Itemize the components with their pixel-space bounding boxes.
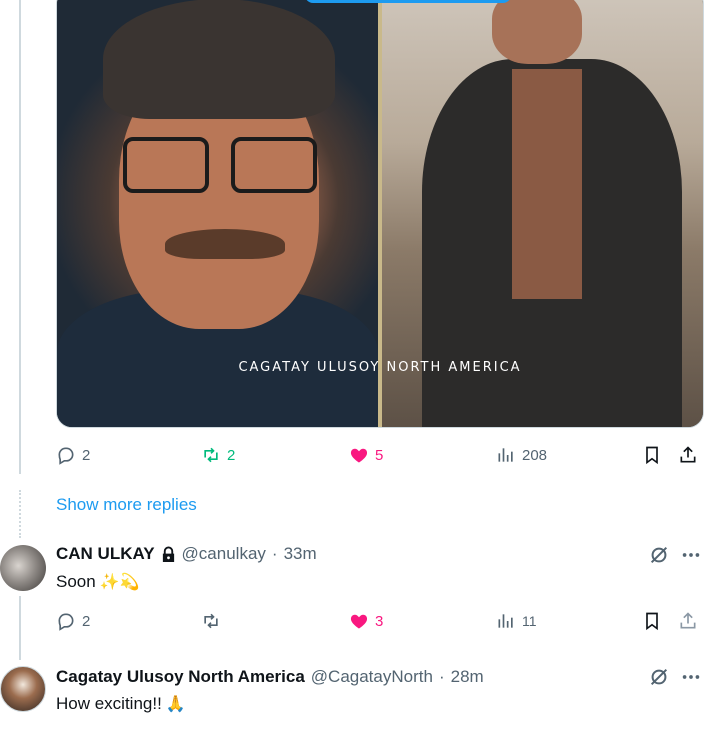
heart-icon <box>350 614 368 629</box>
photo-right-shirt <box>512 69 582 299</box>
reply2-header: Cagatay Ulusoy North America @CagatayNor… <box>56 667 484 687</box>
reply1-text: Soon ✨💫 <box>56 572 140 592</box>
like-count: 3 <box>375 612 384 630</box>
thread-line-dotted <box>19 490 21 538</box>
heart-icon <box>350 448 368 463</box>
thread-line-top <box>19 0 21 474</box>
show-more-replies-link[interactable]: Show more replies <box>56 495 197 515</box>
views-icon <box>498 448 513 462</box>
retweet-icon <box>204 613 218 629</box>
views-count: 11 <box>522 613 537 629</box>
timestamp[interactable]: 33m <box>284 544 317 564</box>
retweet-icon <box>204 447 218 463</box>
photo-left-hair <box>103 0 335 119</box>
bookmark-icon <box>646 612 658 631</box>
more-icon[interactable] <box>680 666 702 688</box>
user-handle[interactable]: @canulkay <box>182 544 266 564</box>
like-button[interactable]: 3 <box>349 611 383 631</box>
bookmark-button[interactable] <box>642 445 662 465</box>
reply-button[interactable]: 2 <box>56 445 90 465</box>
reply-icon <box>58 613 74 631</box>
like-button[interactable]: 5 <box>349 445 383 465</box>
media-top-indicator <box>305 0 511 3</box>
timestamp[interactable]: 28m <box>451 667 484 687</box>
lock-icon <box>162 546 174 562</box>
more-icon[interactable] <box>680 544 702 566</box>
share-button[interactable] <box>678 611 698 631</box>
reply-icon <box>58 447 74 465</box>
views-button[interactable]: 11 <box>496 611 537 631</box>
like-count: 5 <box>375 446 384 464</box>
separator-dot: · <box>438 667 445 686</box>
reply-count: 2 <box>82 446 91 464</box>
tweet-text: Soon <box>56 572 96 591</box>
separator-dot: · <box>271 544 278 563</box>
retweet-button[interactable]: 2 <box>201 445 235 465</box>
display-name[interactable]: Cagatay Ulusoy North America <box>56 667 305 687</box>
share-button[interactable] <box>678 445 698 465</box>
photo-left-glasses-right <box>231 137 317 193</box>
retweet-count: 2 <box>227 446 236 464</box>
reply2-text: How exciting!! 🙏 <box>56 694 186 714</box>
views-button[interactable]: 208 <box>496 445 547 465</box>
bookmark-icon <box>646 446 658 465</box>
bookmark-button[interactable] <box>642 611 662 631</box>
share-icon <box>680 612 696 629</box>
tweet-text: How exciting!! <box>56 694 162 713</box>
views-icon <box>498 614 513 628</box>
reply1-header: CAN ULKAY @canulkay · 33m <box>56 544 317 564</box>
avatar[interactable] <box>0 545 46 591</box>
pray-emoji: 🙏 <box>165 696 186 713</box>
reply-button[interactable]: 2 <box>56 611 90 631</box>
sparkles-emoji: ✨💫 <box>99 574 140 591</box>
display-name[interactable]: CAN ULKAY <box>56 544 155 564</box>
photo-left-glasses-left <box>123 137 209 193</box>
retweet-button[interactable] <box>201 611 227 631</box>
views-count: 208 <box>522 446 548 464</box>
thread-line-mid <box>19 596 21 660</box>
tweet-media-card[interactable]: CAGATAY ULUSOY NORTH AMERICA <box>56 0 704 428</box>
reply1-action-bar: 2 3 11 <box>56 611 704 635</box>
share-icon <box>680 446 696 463</box>
reply-count: 2 <box>82 612 91 630</box>
avatar[interactable] <box>0 666 46 712</box>
user-handle[interactable]: @CagatayNorth <box>311 667 433 687</box>
grok-icon[interactable] <box>648 666 670 688</box>
photo-left-mustache <box>165 229 285 259</box>
grok-icon[interactable] <box>648 544 670 566</box>
media-caption: CAGATAY ULUSOY NORTH AMERICA <box>238 360 522 375</box>
tweet-action-bar: 2 2 5 208 <box>56 445 704 469</box>
photo-right-head <box>492 0 582 64</box>
